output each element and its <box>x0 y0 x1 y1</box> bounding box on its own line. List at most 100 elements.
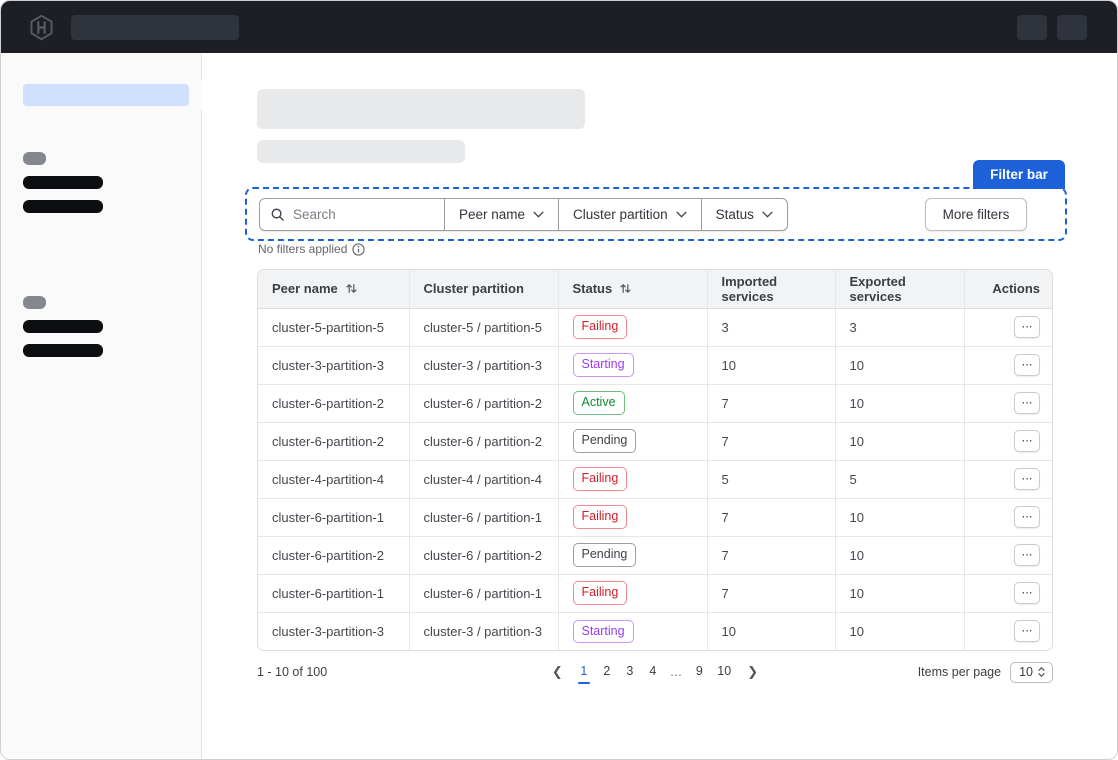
exported-services-cell: 10 <box>835 422 964 460</box>
row-actions-button[interactable]: ⋯ <box>1014 392 1040 414</box>
peer-name-cell: cluster-6-partition-2 <box>258 384 409 422</box>
actions-cell: ⋯ <box>964 574 1053 612</box>
nav-action-placeholder-1[interactable] <box>1017 15 1047 40</box>
exported-services-cell: 5 <box>835 460 964 498</box>
imported-services-cell: 10 <box>707 612 835 650</box>
actions-cell: ⋯ <box>964 384 1053 422</box>
cluster-partition-cell: cluster-5 / partition-5 <box>409 308 558 346</box>
filter-status-text: No filters applied <box>258 242 365 256</box>
page-number-1[interactable]: 1 <box>576 661 592 683</box>
page-number-4[interactable]: 4 <box>645 661 661 683</box>
exported-services-cell: 10 <box>835 536 964 574</box>
sidebar-item-placeholder[interactable] <box>23 176 103 189</box>
actions-cell: ⋯ <box>964 536 1053 574</box>
table-row: cluster-4-partition-4 cluster-4 / partit… <box>258 460 1053 498</box>
actions-cell: ⋯ <box>964 308 1053 346</box>
sidebar-item-placeholder[interactable] <box>23 344 103 357</box>
column-header-peer-name[interactable]: Peer name <box>258 270 409 308</box>
main-content: Filter bar Peer name <box>202 53 1117 760</box>
column-header-cluster-partition[interactable]: Cluster partition <box>409 270 558 308</box>
row-actions-button[interactable]: ⋯ <box>1014 582 1040 604</box>
cluster-partition-cell: cluster-6 / partition-2 <box>409 422 558 460</box>
exported-services-cell: 10 <box>835 384 964 422</box>
row-actions-button[interactable]: ⋯ <box>1014 506 1040 528</box>
status-cell: Failing <box>558 574 707 612</box>
search-icon <box>270 207 285 222</box>
nav-search-placeholder[interactable] <box>71 15 239 40</box>
search-input[interactable] <box>293 207 423 222</box>
imported-services-cell: 7 <box>707 384 835 422</box>
cluster-partition-cell: cluster-6 / partition-1 <box>409 574 558 612</box>
actions-cell: ⋯ <box>964 498 1053 536</box>
sidebar-section-label-placeholder <box>23 152 46 165</box>
more-filters-button[interactable]: More filters <box>925 198 1027 231</box>
pagination-ellipsis: … <box>668 665 685 679</box>
previous-page-button[interactable]: ❮ <box>546 662 569 682</box>
actions-cell: ⋯ <box>964 460 1053 498</box>
pagination-pages: ❮ 1234 … 9 10 ❯ <box>546 661 764 683</box>
cluster-partition-filter-dropdown[interactable]: Cluster partition <box>558 199 701 230</box>
status-cell: Failing <box>558 308 707 346</box>
pagination-bar: 1 - 10 of 100 ❮ 1234 … 9 10 ❯ Items per pag… <box>257 657 1053 687</box>
cluster-partition-cell: cluster-4 / partition-4 <box>409 460 558 498</box>
status-badge: Starting <box>573 353 634 377</box>
search-field[interactable] <box>260 199 444 230</box>
column-header-actions: Actions <box>964 270 1053 308</box>
status-badge: Failing <box>573 505 628 529</box>
sidebar <box>1 53 202 760</box>
column-header-exported-services: Exported services <box>835 270 964 308</box>
cluster-partition-cell: cluster-6 / partition-2 <box>409 384 558 422</box>
next-page-button[interactable]: ❯ <box>741 662 764 682</box>
exported-services-cell: 3 <box>835 308 964 346</box>
peer-name-cell: cluster-4-partition-4 <box>258 460 409 498</box>
dropdown-label: Peer name <box>459 207 525 222</box>
actions-cell: ⋯ <box>964 422 1053 460</box>
peer-name-cell: cluster-6-partition-1 <box>258 574 409 612</box>
status-badge: Failing <box>573 581 628 605</box>
actions-cell: ⋯ <box>964 612 1053 650</box>
status-badge: Pending <box>573 543 637 567</box>
dropdown-label: Status <box>716 207 754 222</box>
row-actions-button[interactable]: ⋯ <box>1014 620 1040 642</box>
table-header-row: Peer name Cluster partition Status <box>258 270 1053 308</box>
items-per-page-select[interactable]: 10 <box>1010 662 1053 683</box>
imported-services-cell: 10 <box>707 346 835 384</box>
imported-services-cell: 7 <box>707 422 835 460</box>
table-row: cluster-5-partition-5 cluster-5 / partit… <box>258 308 1053 346</box>
page-number-3[interactable]: 3 <box>622 661 638 683</box>
row-actions-button[interactable]: ⋯ <box>1014 316 1040 338</box>
status-cell: Failing <box>558 460 707 498</box>
sort-icon[interactable] <box>345 282 358 295</box>
hashicorp-logo-icon <box>28 14 55 41</box>
status-badge: Failing <box>573 315 628 339</box>
table-row: cluster-6-partition-2 cluster-6 / partit… <box>258 536 1053 574</box>
peer-name-cell: cluster-5-partition-5 <box>258 308 409 346</box>
status-cell: Starting <box>558 346 707 384</box>
row-actions-button[interactable]: ⋯ <box>1014 430 1040 452</box>
sidebar-item-placeholder[interactable] <box>23 200 103 213</box>
page-number-9[interactable]: 9 <box>691 661 707 683</box>
row-actions-button[interactable]: ⋯ <box>1014 354 1040 376</box>
info-icon[interactable] <box>352 243 365 256</box>
cluster-partition-cell: cluster-6 / partition-2 <box>409 536 558 574</box>
nav-action-placeholder-2[interactable] <box>1057 15 1087 40</box>
sidebar-item-placeholder[interactable] <box>23 320 103 333</box>
column-header-imported-services: Imported services <box>707 270 835 308</box>
column-header-status[interactable]: Status <box>558 270 707 308</box>
page-title-placeholder <box>257 89 585 129</box>
status-filter-dropdown[interactable]: Status <box>701 199 787 230</box>
items-per-page-value: 10 <box>1019 665 1033 679</box>
items-per-page-label: Items per page <box>918 665 1001 679</box>
table-row: cluster-6-partition-2 cluster-6 / partit… <box>258 422 1053 460</box>
exported-services-cell: 10 <box>835 498 964 536</box>
row-actions-button[interactable]: ⋯ <box>1014 468 1040 490</box>
pagination-range-text: 1 - 10 of 100 <box>257 665 546 679</box>
page-number-2[interactable]: 2 <box>599 661 615 683</box>
sidebar-active-item-placeholder[interactable] <box>23 84 189 106</box>
peer-name-filter-dropdown[interactable]: Peer name <box>444 199 558 230</box>
page-number-10[interactable]: 10 <box>714 661 734 683</box>
sort-icon[interactable] <box>619 282 632 295</box>
peer-name-cell: cluster-3-partition-3 <box>258 612 409 650</box>
top-navbar <box>1 1 1117 53</box>
row-actions-button[interactable]: ⋯ <box>1014 544 1040 566</box>
